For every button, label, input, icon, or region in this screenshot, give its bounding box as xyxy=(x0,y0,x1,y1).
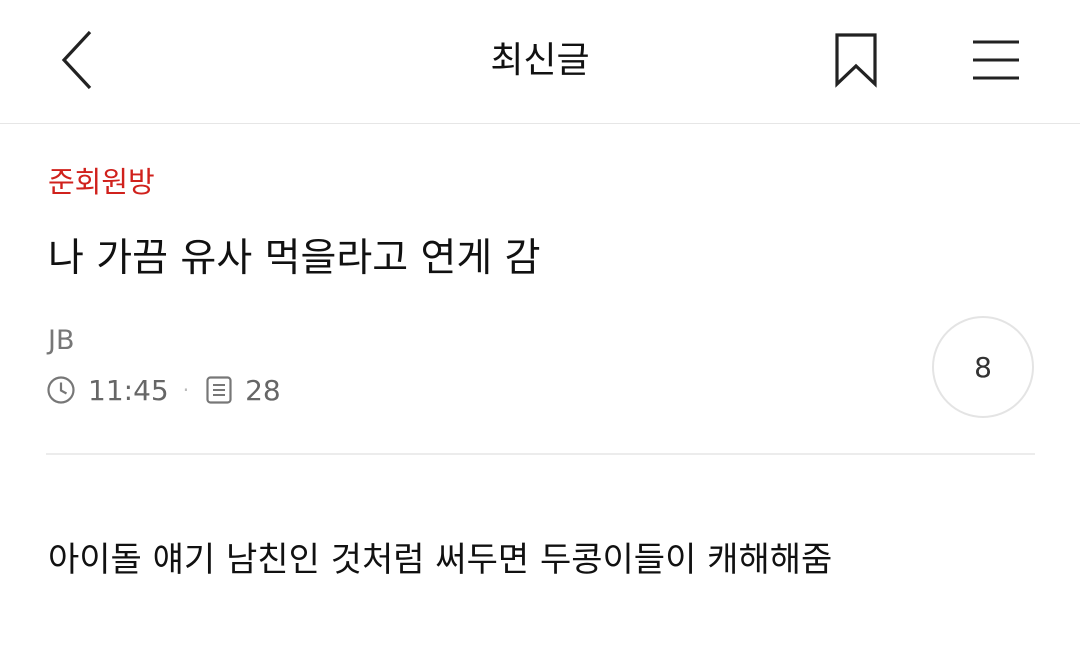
meta-separator: · xyxy=(182,378,190,402)
author-name[interactable]: JB xyxy=(48,322,75,360)
view-count-icon xyxy=(205,375,233,405)
menu-button[interactable] xyxy=(958,22,1034,98)
post-time: 11:45 xyxy=(88,373,169,407)
comment-count-button[interactable]: 8 xyxy=(932,316,1034,418)
page-title: 최신글 xyxy=(490,40,590,81)
back-button[interactable] xyxy=(40,22,116,98)
bookmark-button[interactable] xyxy=(818,22,894,98)
post-title: 나 가끔 유사 먹을라고 연게 감 xyxy=(48,236,541,281)
comment-count: 8 xyxy=(974,350,992,384)
divider xyxy=(46,453,1035,455)
top-bar: 최신글 xyxy=(0,0,1080,124)
board-link[interactable]: 준회원방 xyxy=(48,160,155,204)
view-count: 28 xyxy=(245,373,281,407)
post-body: 아이돌 얘기 남친인 것처럼 써두면 두콩이들이 캐해해줌 xyxy=(48,540,833,580)
clock-icon xyxy=(46,375,76,405)
bookmark-icon xyxy=(835,33,877,88)
post-meta: 11:45 · 28 xyxy=(46,368,281,412)
chevron-left-icon xyxy=(61,30,92,90)
hamburger-menu-icon xyxy=(973,40,1019,80)
